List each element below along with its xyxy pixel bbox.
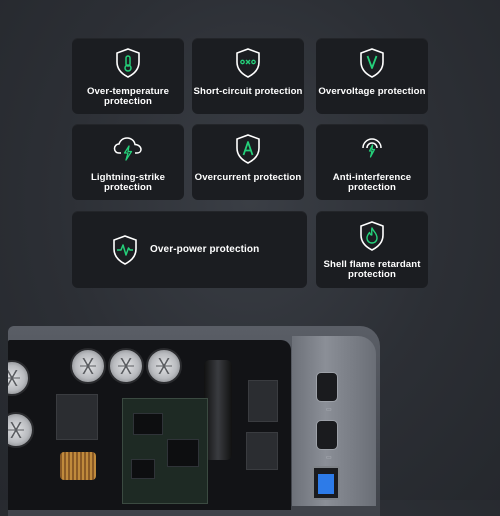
transformer <box>56 394 98 440</box>
component <box>248 380 278 422</box>
inductor <box>204 360 232 460</box>
feature-card-over-power: Over-power protection <box>72 211 307 288</box>
capacitor <box>70 348 106 384</box>
feature-label: Over-temperature protection <box>86 86 170 107</box>
capacitor <box>108 348 144 384</box>
component <box>246 432 278 470</box>
usb-a-port <box>312 466 340 500</box>
feature-label: Overcurrent protection <box>194 172 302 183</box>
capacitor <box>8 360 30 396</box>
chip <box>133 413 163 435</box>
capacitor <box>146 348 182 384</box>
port-marking: ▭ <box>326 407 332 413</box>
circuit-board <box>122 398 208 504</box>
copper-coil <box>60 452 96 480</box>
feature-card-over-temperature: Over-temperature protection <box>72 38 184 114</box>
signal-lightning-icon <box>357 134 387 164</box>
usb-c-port <box>316 420 338 450</box>
feature-card-overvoltage: Overvoltage protection <box>316 38 428 114</box>
usb-c-port <box>316 372 338 402</box>
feature-label: Anti-interference protection <box>332 172 412 193</box>
feature-label: Shell flame retardant protection <box>323 259 421 280</box>
feature-label: Lightning-strike protection <box>90 172 166 193</box>
current-shield-icon <box>233 134 263 164</box>
pulse-shield-icon <box>110 234 140 265</box>
feature-card-anti-interference: Anti-interference protection <box>316 124 428 200</box>
flame-shield-icon <box>357 221 387 251</box>
capacitor <box>8 412 34 448</box>
feature-label: Short-circuit protection <box>193 86 303 97</box>
chip <box>131 459 155 479</box>
feature-card-overcurrent: Overcurrent protection <box>192 124 304 200</box>
port-marking: ▭ <box>326 455 332 461</box>
feature-label: Over-power protection <box>150 243 260 255</box>
feature-card-shell-flame-retardant: Shell flame retardant protection <box>316 211 428 288</box>
lightning-cloud-icon <box>113 134 143 164</box>
feature-card-short-circuit: Short-circuit protection <box>192 38 304 114</box>
voltage-shield-icon <box>357 48 387 78</box>
short-circuit-shield-icon <box>233 48 263 78</box>
feature-card-lightning-strike: Lightning-strike protection <box>72 124 184 200</box>
thermometer-shield-icon <box>113 48 143 78</box>
feature-label: Overvoltage protection <box>318 86 426 97</box>
chip <box>167 439 199 467</box>
